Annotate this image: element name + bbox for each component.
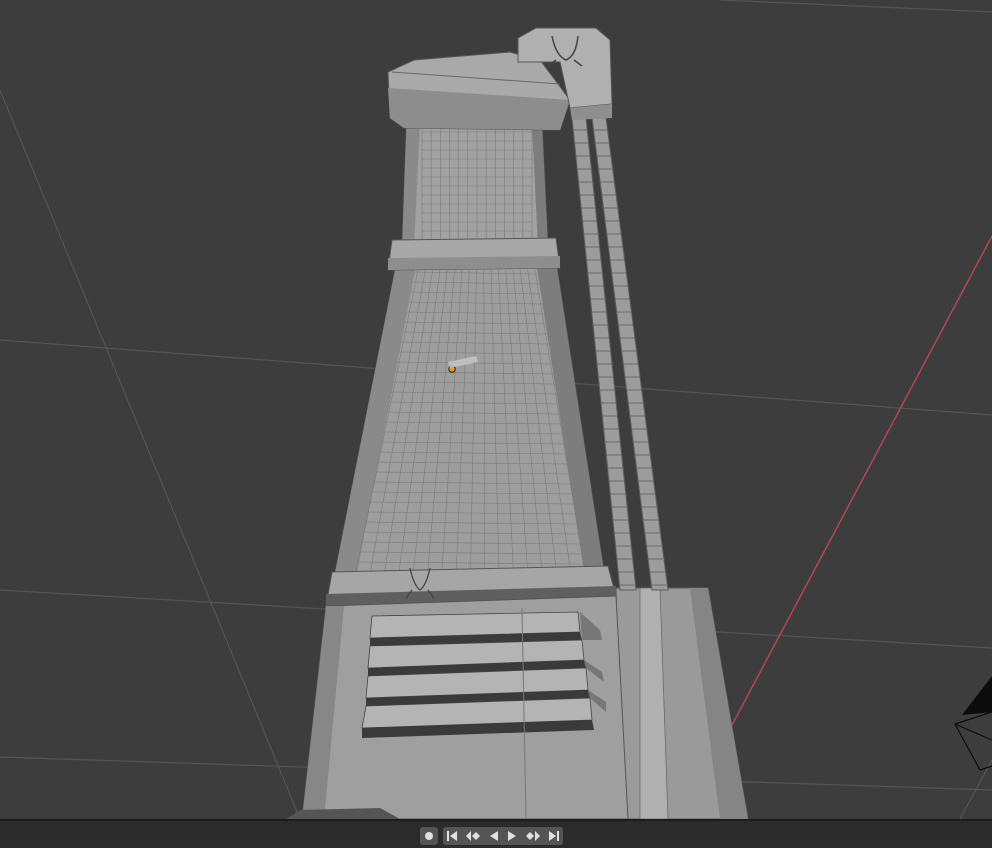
jump-to-end-button[interactable]	[548, 830, 560, 842]
jump-to-start-icon	[447, 831, 458, 841]
camera-object-icon[interactable]	[954, 676, 992, 771]
tower-model[interactable]	[286, 27, 749, 819]
previous-keyframe-icon	[465, 831, 480, 841]
base-steps	[361, 611, 606, 738]
play-icon	[508, 831, 517, 841]
record-button[interactable]	[420, 827, 438, 845]
3d-viewport[interactable]	[0, 0, 992, 819]
play-button[interactable]	[506, 830, 518, 842]
timeline-playback-bar	[0, 819, 992, 848]
play-reverse-button[interactable]	[488, 830, 500, 842]
jump-to-start-button[interactable]	[446, 830, 458, 842]
jump-to-end-icon	[548, 831, 559, 841]
playback-controls	[443, 827, 563, 845]
next-keyframe-icon	[525, 831, 540, 841]
record-icon	[425, 832, 433, 840]
play-reverse-icon	[489, 831, 498, 841]
viewport-canvas[interactable]	[0, 0, 992, 819]
previous-keyframe-button[interactable]	[465, 830, 481, 842]
next-keyframe-button[interactable]	[525, 830, 541, 842]
